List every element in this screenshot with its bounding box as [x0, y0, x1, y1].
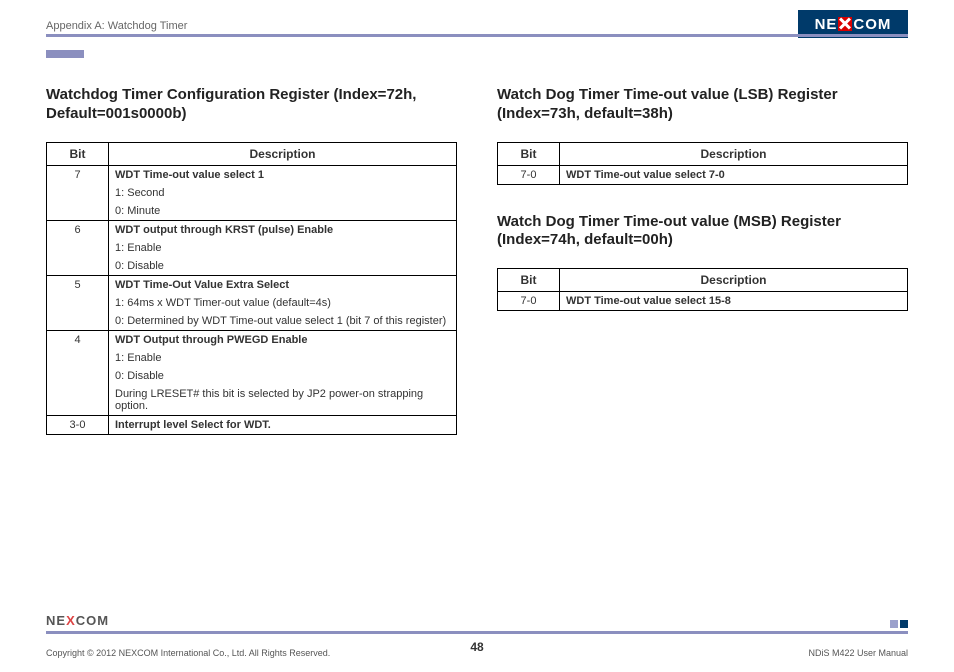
right-column: Watch Dog Timer Time-out value (LSB) Reg… [497, 86, 908, 463]
footer-rule [46, 631, 908, 634]
logo-text-right: COM [853, 16, 891, 33]
th-desc: Description [109, 142, 457, 165]
bit-cell: 7-0 [498, 165, 560, 184]
desc-cell: 0: Disable [109, 257, 457, 276]
bit-cell [47, 239, 109, 257]
desc-cell: WDT Output through PWEGD Enable [109, 330, 457, 349]
config-register-table: Bit Description 7WDT Time-out value sele… [46, 142, 457, 435]
table-row: 3-0Interrupt level Select for WDT. [47, 415, 457, 434]
deco-square-icon [890, 620, 898, 628]
table-row: 7-0WDT Time-out value select 15-8 [498, 292, 908, 311]
msb-table: Bit Description 7-0WDT Time-out value se… [497, 268, 908, 311]
bit-cell: 7-0 [498, 292, 560, 311]
table-row: 0: Determined by WDT Time-out value sele… [47, 312, 457, 331]
table-row: 1: Enable [47, 349, 457, 367]
table-row: 7-0WDT Time-out value select 7-0 [498, 165, 908, 184]
logo-x-icon [838, 17, 852, 31]
desc-cell: WDT Time-out value select 1 [109, 165, 457, 184]
th-bit: Bit [498, 142, 560, 165]
table-row: 7WDT Time-out value select 1 [47, 165, 457, 184]
th-bit: Bit [47, 142, 109, 165]
desc-cell: WDT output through KRST (pulse) Enable [109, 220, 457, 239]
desc-cell: WDT Time-Out Value Extra Select [109, 275, 457, 294]
lsb-heading: Watch Dog Timer Time-out value (LSB) Reg… [497, 86, 908, 124]
content-area: Watchdog Timer Configuration Register (I… [46, 86, 908, 463]
desc-cell: Interrupt level Select for WDT. [109, 415, 457, 434]
bit-cell: 7 [47, 165, 109, 184]
top-accent-block [46, 50, 84, 58]
table-row: 5WDT Time-Out Value Extra Select [47, 275, 457, 294]
deco-square-icon [900, 620, 908, 628]
bit-cell [47, 294, 109, 312]
desc-cell: WDT Time-out value select 7-0 [560, 165, 908, 184]
table-row: During LRESET# this bit is selected by J… [47, 385, 457, 416]
th-desc: Description [560, 142, 908, 165]
desc-cell: During LRESET# this bit is selected by J… [109, 385, 457, 416]
desc-cell: 1: 64ms x WDT Timer-out value (default=4… [109, 294, 457, 312]
bit-cell: 4 [47, 330, 109, 349]
left-column: Watchdog Timer Configuration Register (I… [46, 86, 457, 463]
bit-cell: 3-0 [47, 415, 109, 434]
desc-cell: 1: Enable [109, 349, 457, 367]
bit-cell [47, 257, 109, 276]
bit-cell [47, 349, 109, 367]
table-row: 4WDT Output through PWEGD Enable [47, 330, 457, 349]
page-number: 48 [470, 640, 483, 654]
footer-decoration [890, 620, 908, 628]
footer-logo-right: COM [76, 613, 109, 628]
table-row: 1: Second [47, 184, 457, 202]
bit-cell: 6 [47, 220, 109, 239]
msb-heading: Watch Dog Timer Time-out value (MSB) Reg… [497, 213, 908, 251]
th-bit: Bit [498, 269, 560, 292]
desc-cell: 0: Minute [109, 202, 457, 221]
bit-cell: 5 [47, 275, 109, 294]
bit-cell [47, 367, 109, 385]
copyright-text: Copyright © 2012 NEXCOM International Co… [46, 648, 330, 658]
footer-logo-x: X [66, 613, 76, 628]
desc-cell: 1: Enable [109, 239, 457, 257]
bit-cell [47, 312, 109, 331]
table-row: 6WDT output through KRST (pulse) Enable [47, 220, 457, 239]
table-row: 1: 64ms x WDT Timer-out value (default=4… [47, 294, 457, 312]
bit-cell [47, 202, 109, 221]
footer-logo: NEXCOM [46, 613, 109, 628]
table-row: 1: Enable [47, 239, 457, 257]
manual-name: NDiS M422 User Manual [808, 648, 908, 658]
table-row: 0: Disable [47, 257, 457, 276]
footer-logo-left: NE [46, 613, 66, 628]
logo-text-left: NE [815, 16, 838, 33]
bit-cell [47, 184, 109, 202]
desc-cell: 0: Determined by WDT Time-out value sele… [109, 312, 457, 331]
table-row: 0: Minute [47, 202, 457, 221]
th-desc: Description [560, 269, 908, 292]
config-register-heading: Watchdog Timer Configuration Register (I… [46, 86, 457, 124]
top-rule [46, 34, 908, 37]
desc-cell: WDT Time-out value select 15-8 [560, 292, 908, 311]
bit-cell [47, 385, 109, 416]
table-row: 0: Disable [47, 367, 457, 385]
desc-cell: 1: Second [109, 184, 457, 202]
lsb-table: Bit Description 7-0WDT Time-out value se… [497, 142, 908, 185]
desc-cell: 0: Disable [109, 367, 457, 385]
